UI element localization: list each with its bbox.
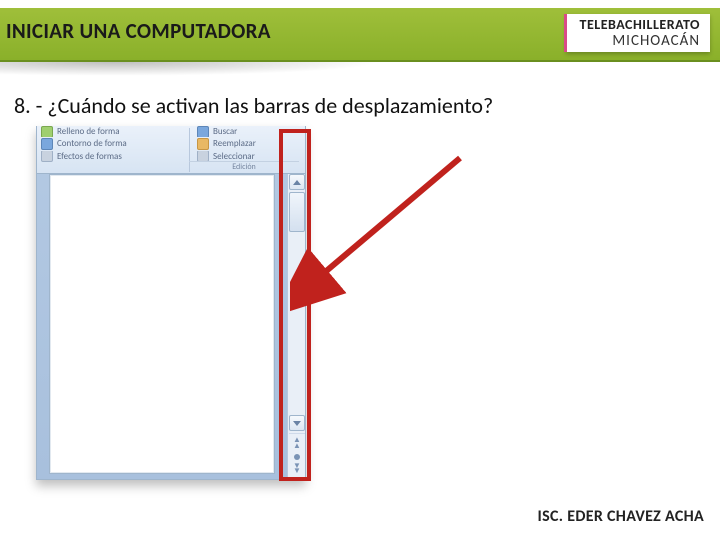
vertical-scrollbar[interactable]: ▲▲ ▼▼ [287,174,305,479]
page-nav-cluster: ▲▲ ▼▼ [289,433,305,479]
slide: INICIAR UNA COMPUTADORA TELEBACHILLERATO… [0,0,720,540]
brand-badge: TELEBACHILLERATO MICHOACÁN [566,14,710,52]
paint-bucket-icon [41,126,53,137]
chevron-down-icon [293,421,301,426]
word-document-canvas [37,174,287,479]
chevron-up-icon [293,180,301,185]
word-screenshot: Relleno de forma Contorno de forma Efect… [36,126,306,480]
word-ribbon: Relleno de forma Contorno de forma Efect… [37,126,305,174]
brand-bottom-text: MICHOACÁN [580,32,700,50]
ribbon-item-shape-effects[interactable]: Efectos de formas [41,151,186,162]
header-bar: INICIAR UNA COMPUTADORA TELEBACHILLERATO… [0,8,720,62]
scroll-down-button[interactable] [289,415,305,431]
ribbon-item-find[interactable]: Buscar [197,126,302,137]
word-page [49,174,275,474]
ribbon-label: Reemplazar [213,138,256,149]
brand-top-text: TELEBACHILLERATO [580,18,700,32]
callout-arrow [290,148,490,318]
browse-object-icon[interactable] [294,454,300,460]
next-page-icon[interactable]: ▼▼ [293,464,301,475]
ribbon-group-shape-styles: Relleno de forma Contorno de forma Efect… [41,126,186,162]
search-icon [197,126,209,137]
prev-page-icon[interactable]: ▲▲ [293,438,301,449]
ribbon-item-replace[interactable]: Reemplazar [197,138,302,149]
ribbon-label: Efectos de formas [57,151,122,162]
outline-icon [41,138,53,149]
ribbon-group-editing: Buscar Reemplazar Seleccionar [197,126,302,162]
ribbon-item-shape-outline[interactable]: Contorno de forma [41,138,186,149]
ribbon-label: Contorno de forma [57,138,127,149]
brand-accent-stripe [564,14,567,52]
replace-icon [197,138,209,149]
scroll-up-button[interactable] [289,174,305,190]
footer-author: ISC. EDER CHAVEZ ACHA [538,507,704,526]
scroll-thumb[interactable] [289,192,305,232]
effects-icon [41,151,53,162]
header-shadow [0,62,380,76]
ribbon-label: Buscar [213,126,237,137]
slide-title: INICIAR UNA COMPUTADORA [6,18,271,44]
ribbon-label: Relleno de forma [57,126,120,137]
ribbon-item-shape-fill[interactable]: Relleno de forma [41,126,186,137]
question-text: 8. - ¿Cuándo se activan las barras de de… [14,92,493,119]
ribbon-group-label-editing: Edición [189,161,299,173]
arrow-icon [290,148,490,318]
